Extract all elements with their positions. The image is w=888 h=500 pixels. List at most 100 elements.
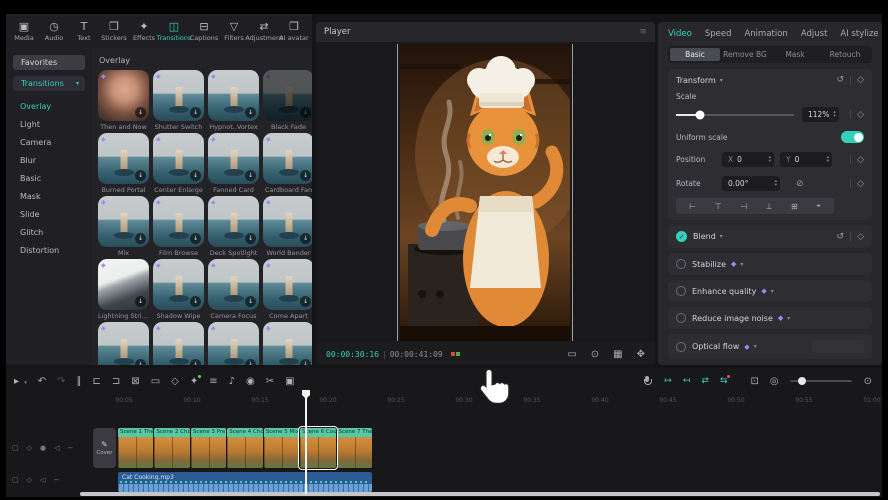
keyframe-icon[interactable]: ◇: [857, 232, 864, 242]
chevron-down-icon[interactable]: ▾: [771, 288, 774, 295]
subtab-retouch[interactable]: Retouch: [820, 48, 870, 61]
tab-audio[interactable]: ◷ Audio: [39, 21, 69, 42]
download-icon[interactable]: ↓: [190, 170, 201, 181]
freeze-frame-icon[interactable]: ▭: [151, 376, 160, 387]
download-icon[interactable]: ↓: [135, 359, 146, 365]
video-clip[interactable]: Scene 1 The E: [118, 428, 153, 468]
transition-thumbnail[interactable]: ◆ ↓: [98, 70, 149, 121]
feature-checkbox[interactable]: [676, 342, 686, 352]
transition-thumbnail[interactable]: ◆ ↓: [208, 259, 259, 310]
download-icon[interactable]: ↓: [245, 233, 256, 244]
keyframe-icon[interactable]: ◇: [857, 179, 864, 189]
transition-thumbnail[interactable]: ◆ ↓: [153, 196, 204, 247]
sidebar-item-blur[interactable]: Blur: [6, 152, 92, 170]
track-main-icon[interactable]: ▢: [12, 476, 19, 484]
chevron-down-icon[interactable]: ▾: [787, 315, 790, 322]
undo-icon[interactable]: ↶: [38, 376, 46, 387]
levels-icon[interactable]: ≡: [209, 376, 217, 387]
tab-adjustment[interactable]: ⇄ Adjustment: [249, 21, 279, 42]
download-icon[interactable]: ↓: [245, 296, 256, 307]
align-left-icon[interactable]: ⊢: [689, 202, 696, 211]
sidebar-item-glitch[interactable]: Glitch: [6, 224, 92, 242]
download-icon[interactable]: ↓: [245, 170, 256, 181]
align-bottom-icon[interactable]: ⊥: [766, 202, 773, 211]
video-clip[interactable]: Scene 3 Pre: [191, 428, 226, 468]
transition-thumbnail[interactable]: ◆ ↓: [153, 322, 204, 365]
transition-thumbnail[interactable]: ◆ ↓: [208, 196, 259, 247]
chevron-down-icon[interactable]: ▾: [720, 77, 723, 84]
mirror-icon[interactable]: ◇: [171, 376, 179, 387]
feature-checkbox[interactable]: [676, 286, 686, 296]
transition-thumbnail[interactable]: ◆ ↓: [98, 133, 149, 184]
stepper-arrows[interactable]: ▴▾: [775, 180, 777, 188]
lock-track-icon[interactable]: ◇: [27, 444, 32, 452]
keyframe-icon[interactable]: ◇: [857, 155, 864, 165]
video-clip[interactable]: Scene 2 Cho: [154, 428, 189, 468]
zoom-fit-icon[interactable]: ⊙: [864, 376, 872, 387]
trim-right-icon[interactable]: ⊐: [112, 376, 120, 387]
transition-thumbnail[interactable]: ◆ ↓: [263, 70, 312, 121]
transition-thumbnail[interactable]: ◆ ↓: [263, 196, 312, 247]
transition-thumbnail[interactable]: ◆ ↓: [153, 259, 204, 310]
tab-ai-avatar[interactable]: ❒ AI avatar: [279, 21, 309, 42]
preview-axis-icon[interactable]: ⊡: [750, 376, 758, 387]
redo-icon[interactable]: ↷: [57, 376, 65, 387]
playhead[interactable]: [305, 390, 307, 494]
chevron-down-icon[interactable]: ▾: [720, 233, 723, 240]
transition-thumbnail[interactable]: ◆ ↓: [98, 196, 149, 247]
sidebar-item-mask[interactable]: Mask: [6, 188, 92, 206]
collapse-track-icon[interactable]: −: [68, 444, 74, 452]
chevron-down-icon[interactable]: ▾: [740, 261, 743, 268]
mic-icon[interactable]: [643, 376, 650, 386]
position-y-input[interactable]: Y 0 ▴▾: [780, 152, 832, 167]
feature-action-button[interactable]: [812, 340, 864, 353]
subtab-remove-bg[interactable]: Remove BG: [720, 48, 770, 61]
transition-thumbnail[interactable]: ◆ ↓: [263, 322, 312, 365]
stepper-arrows[interactable]: ▴▾: [769, 156, 771, 164]
transition-thumbnail[interactable]: ◆ ↓: [98, 259, 149, 310]
timeline-ruler[interactable]: 00:05 00:10 00:15 00:20 00:25 00:30 00:3…: [6, 396, 882, 408]
transition-thumbnail[interactable]: ◆ ↓: [153, 70, 204, 121]
tab-video[interactable]: Video: [668, 29, 692, 39]
transition-thumbnail[interactable]: ◆ ↓: [208, 322, 259, 365]
mute-track-icon[interactable]: ◁: [40, 476, 45, 484]
transition-thumbnail[interactable]: ◆ ↓: [263, 259, 312, 310]
download-icon[interactable]: ↓: [300, 233, 311, 244]
download-icon[interactable]: ↓: [300, 170, 311, 181]
sidebar-item-overlay[interactable]: Overlay: [6, 98, 92, 116]
align-center-icon[interactable]: ⊞: [791, 202, 798, 211]
transition-thumbnail[interactable]: ◆ ↓: [263, 133, 312, 184]
video-clip[interactable]: Scene 7 The: [337, 428, 372, 468]
align-right-icon[interactable]: ⊣: [740, 202, 747, 211]
sidebar-item-light[interactable]: Light: [6, 116, 92, 134]
sidebar-item-camera[interactable]: Camera: [6, 134, 92, 152]
lock-track-icon[interactable]: ◇: [27, 476, 32, 484]
split-icon[interactable]: ∥: [77, 376, 82, 387]
tab-speed[interactable]: Speed: [705, 29, 732, 39]
subtab-mask[interactable]: Mask: [770, 48, 820, 61]
download-icon[interactable]: ↓: [300, 296, 311, 307]
blend-checkbox[interactable]: ✓: [676, 231, 687, 242]
avatar-tool-icon[interactable]: ◉: [246, 376, 255, 387]
stepper-arrows[interactable]: ▴▾: [833, 111, 835, 119]
download-icon[interactable]: ↓: [300, 107, 311, 118]
scale-value-input[interactable]: 112% ▴▾: [802, 107, 839, 122]
tab-ai-stylize[interactable]: AI stylize: [840, 29, 878, 39]
preview-quality-icon[interactable]: [451, 352, 460, 356]
camera-tool-icon[interactable]: ▣: [285, 376, 294, 387]
record-icon[interactable]: ◎: [770, 376, 779, 387]
snap-toggle-icon[interactable]: ⇆: [720, 376, 728, 386]
ratio-icon[interactable]: ▭: [567, 349, 576, 360]
keyframe-icon[interactable]: ◇: [857, 110, 864, 120]
subtab-basic[interactable]: Basic: [670, 48, 720, 61]
autofocus-icon[interactable]: ⊙: [591, 349, 599, 360]
tab-transitions[interactable]: ◫ Transitions: [159, 21, 189, 42]
collapse-track-icon[interactable]: −: [53, 476, 59, 484]
audio-clip[interactable]: Cat Cooking.mp3: [118, 472, 372, 492]
scissors-icon[interactable]: ✂: [266, 376, 274, 387]
feature-checkbox[interactable]: [676, 313, 686, 323]
cover-button[interactable]: ✎ Cover: [93, 428, 116, 468]
tab-text[interactable]: T Text: [69, 21, 99, 42]
download-icon[interactable]: ↓: [190, 296, 201, 307]
download-icon[interactable]: ↓: [245, 359, 256, 365]
